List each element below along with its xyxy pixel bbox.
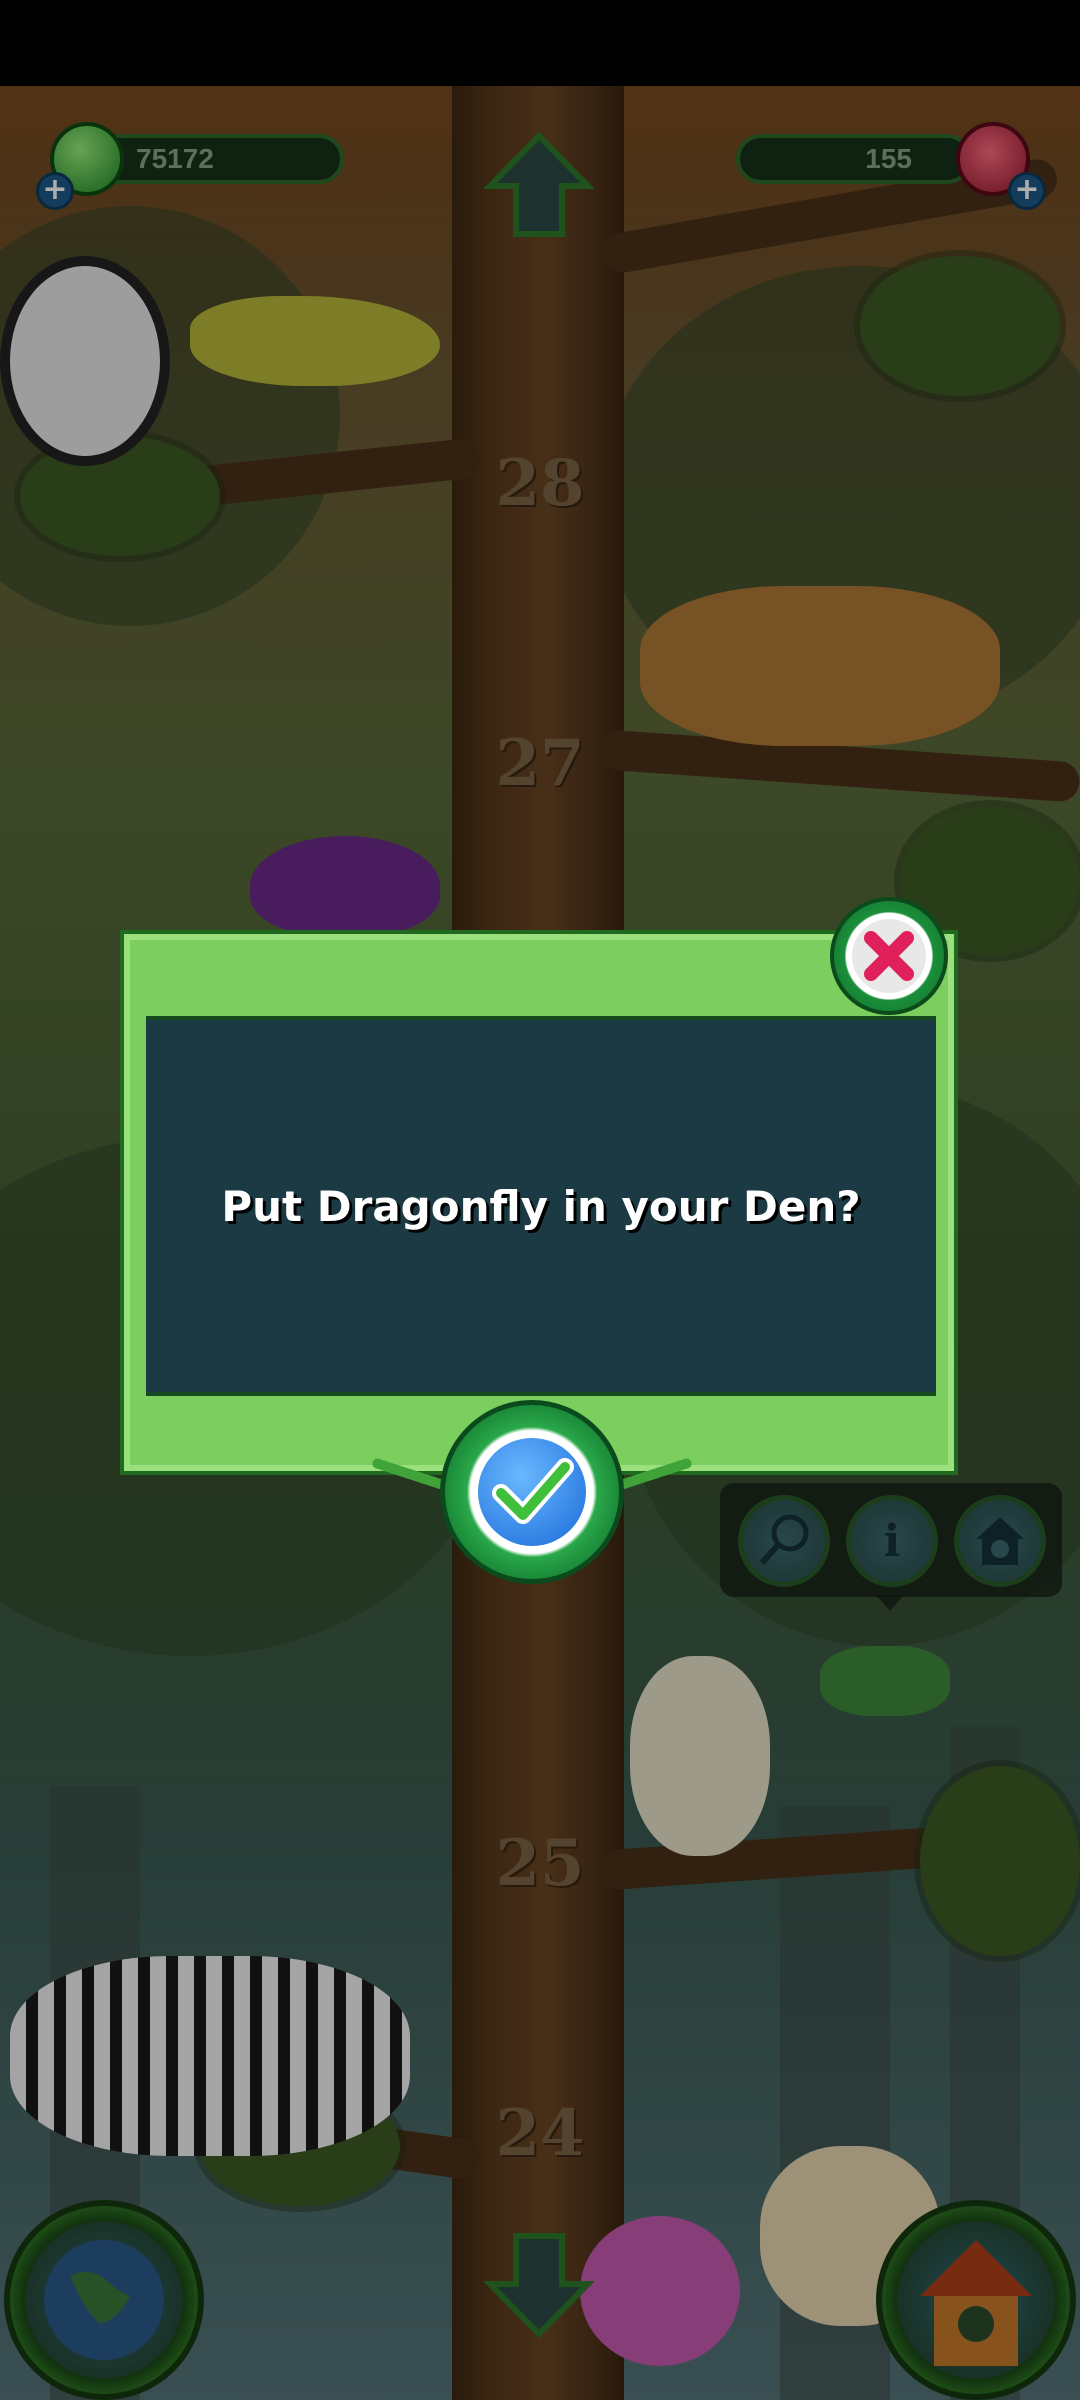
dialog-message: Put Dragonfly in your Den?: [221, 1181, 861, 1231]
dialog-message-panel: Put Dragonfly in your Den?: [146, 1016, 936, 1396]
close-button[interactable]: [830, 897, 948, 1015]
checkmark-icon: [473, 1433, 591, 1551]
status-bar: [0, 0, 1080, 86]
confirm-dialog: Put Dragonfly in your Den?: [120, 930, 958, 1475]
close-icon: [852, 919, 926, 993]
confirm-button[interactable]: [440, 1400, 624, 1584]
